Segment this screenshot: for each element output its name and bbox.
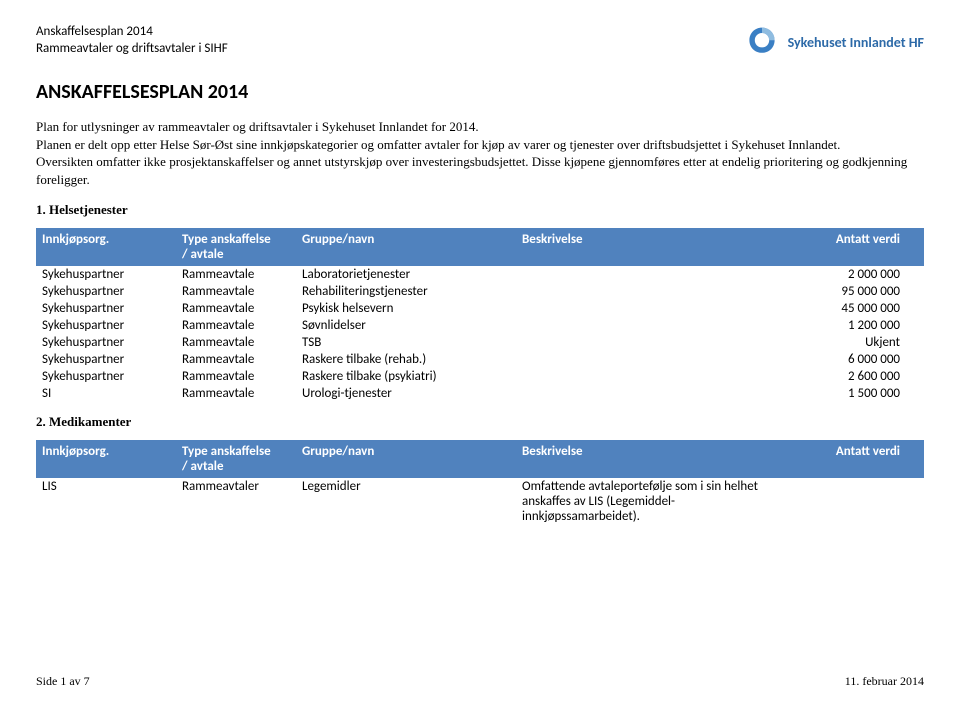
cell-type: Rammeavtale [176,351,296,368]
cell-type: Rammeavtale [176,385,296,402]
header-line-1: Anskaffelsesplan 2014 [36,24,228,41]
table-row: SykehuspartnerRammeavtaleRaskere tilbake… [36,351,924,368]
col-header-type-l2: / avtale [182,459,224,474]
table-row: SykehuspartnerRammeavtaleLaboratorietjen… [36,266,924,283]
cell-desc [516,368,796,385]
page-footer: Side 1 av 7 11. februar 2014 [36,674,924,689]
cell-group: Rehabiliteringstjenester [296,283,516,300]
col-header-org: Innkjøpsorg. [36,440,176,478]
table-body: LISRammeavtalerLegemidlerOmfattende avta… [36,478,924,525]
cell-group: Psykisk helsevern [296,300,516,317]
table-row: SykehuspartnerRammeavtaleRaskere tilbake… [36,368,924,385]
table-body: SykehuspartnerRammeavtaleLaboratorietjen… [36,266,924,402]
table-header: Innkjøpsorg. Type anskaffelse / avtale G… [36,228,924,266]
table-row: SykehuspartnerRammeavtaleTSB Ukjent [36,334,924,351]
cell-desc [516,283,796,300]
col-header-val: Antatt verdi [796,440,906,478]
page-title: ANSKAFFELSESPLAN 2014 [36,80,924,104]
table-row: LISRammeavtalerLegemidlerOmfattende avta… [36,478,924,525]
cell-group: Søvnlidelser [296,317,516,334]
cell-val: 1 200 000 [796,317,906,334]
cell-org: Sykehuspartner [36,351,176,368]
cell-org: Sykehuspartner [36,283,176,300]
cell-desc [516,351,796,368]
cell-val: 2 600 000 [796,368,906,385]
col-header-type: Type anskaffelse / avtale [176,228,296,266]
intro-p3: Oversikten omfatter ikke prosjektanskaff… [36,153,916,188]
cell-type: Rammeavtaler [176,478,296,525]
footer-date: 11. februar 2014 [845,674,924,689]
cell-val: 95 000 000 [796,283,906,300]
intro-p1: Plan for utlysninger av rammeavtaler og … [36,118,916,136]
cell-desc: Omfattende avtaleportefølje som i sin he… [516,478,796,525]
table-row: SIRammeavtaleUrologi-tjenester 1 500 000 [36,385,924,402]
cell-org: Sykehuspartner [36,266,176,283]
header-line-2: Rammeavtaler og driftsavtaler i SIHF [36,41,228,58]
cell-val: Ukjent [796,334,906,351]
cell-type: Rammeavtale [176,300,296,317]
col-header-type-l1: Type anskaffelse [182,444,271,459]
col-header-type-l1: Type anskaffelse [182,232,271,247]
cell-desc [516,300,796,317]
cell-val [796,478,906,525]
logo-text: Sykehuset Innlandet HF [788,34,924,51]
table-header: Innkjøpsorg. Type anskaffelse / avtale G… [36,440,924,478]
cell-val: 45 000 000 [796,300,906,317]
cell-type: Rammeavtale [176,368,296,385]
cell-group: Urologi-tjenester [296,385,516,402]
cell-desc [516,266,796,283]
cell-val: 2 000 000 [796,266,906,283]
page-header: Anskaffelsesplan 2014 Rammeavtaler og dr… [36,24,924,60]
cell-org: Sykehuspartner [36,317,176,334]
hospital-logo-icon [744,24,780,60]
cell-group: Raskere tilbake (rehab.) [296,351,516,368]
cell-org: LIS [36,478,176,525]
cell-org: Sykehuspartner [36,368,176,385]
cell-group: TSB [296,334,516,351]
col-header-group: Gruppe/navn [296,228,516,266]
col-header-org: Innkjøpsorg. [36,228,176,266]
cell-desc [516,385,796,402]
table-row: SykehuspartnerRammeavtalePsykisk helseve… [36,300,924,317]
intro-p2: Planen er delt opp etter Helse Sør-Øst s… [36,136,916,154]
cell-org: Sykehuspartner [36,334,176,351]
cell-desc [516,334,796,351]
cell-type: Rammeavtale [176,334,296,351]
intro-paragraphs: Plan for utlysninger av rammeavtaler og … [36,118,916,188]
col-header-val: Antatt verdi [796,228,906,266]
section-1-heading: 1. Helsetjenester [36,202,924,218]
cell-type: Rammeavtale [176,266,296,283]
logo: Sykehuset Innlandet HF [744,24,924,60]
cell-group: Legemidler [296,478,516,525]
header-text: Anskaffelsesplan 2014 Rammeavtaler og dr… [36,24,228,58]
footer-page-number: Side 1 av 7 [36,674,90,689]
cell-desc [516,317,796,334]
section-2-heading: 2. Medikamenter [36,414,924,430]
col-header-group: Gruppe/navn [296,440,516,478]
section-2-table: Innkjøpsorg. Type anskaffelse / avtale G… [36,440,924,525]
cell-org: Sykehuspartner [36,300,176,317]
cell-group: Laboratorietjenester [296,266,516,283]
cell-group: Raskere tilbake (psykiatri) [296,368,516,385]
cell-val: 1 500 000 [796,385,906,402]
cell-type: Rammeavtale [176,317,296,334]
cell-val: 6 000 000 [796,351,906,368]
col-header-desc: Beskrivelse [516,228,796,266]
table-row: SykehuspartnerRammeavtaleSøvnlidelser 1 2… [36,317,924,334]
cell-type: Rammeavtale [176,283,296,300]
col-header-desc: Beskrivelse [516,440,796,478]
col-header-type-l2: / avtale [182,247,224,262]
col-header-type: Type anskaffelse / avtale [176,440,296,478]
table-row: SykehuspartnerRammeavtaleRehabiliterings… [36,283,924,300]
section-1-table: Innkjøpsorg. Type anskaffelse / avtale G… [36,228,924,402]
cell-org: SI [36,385,176,402]
